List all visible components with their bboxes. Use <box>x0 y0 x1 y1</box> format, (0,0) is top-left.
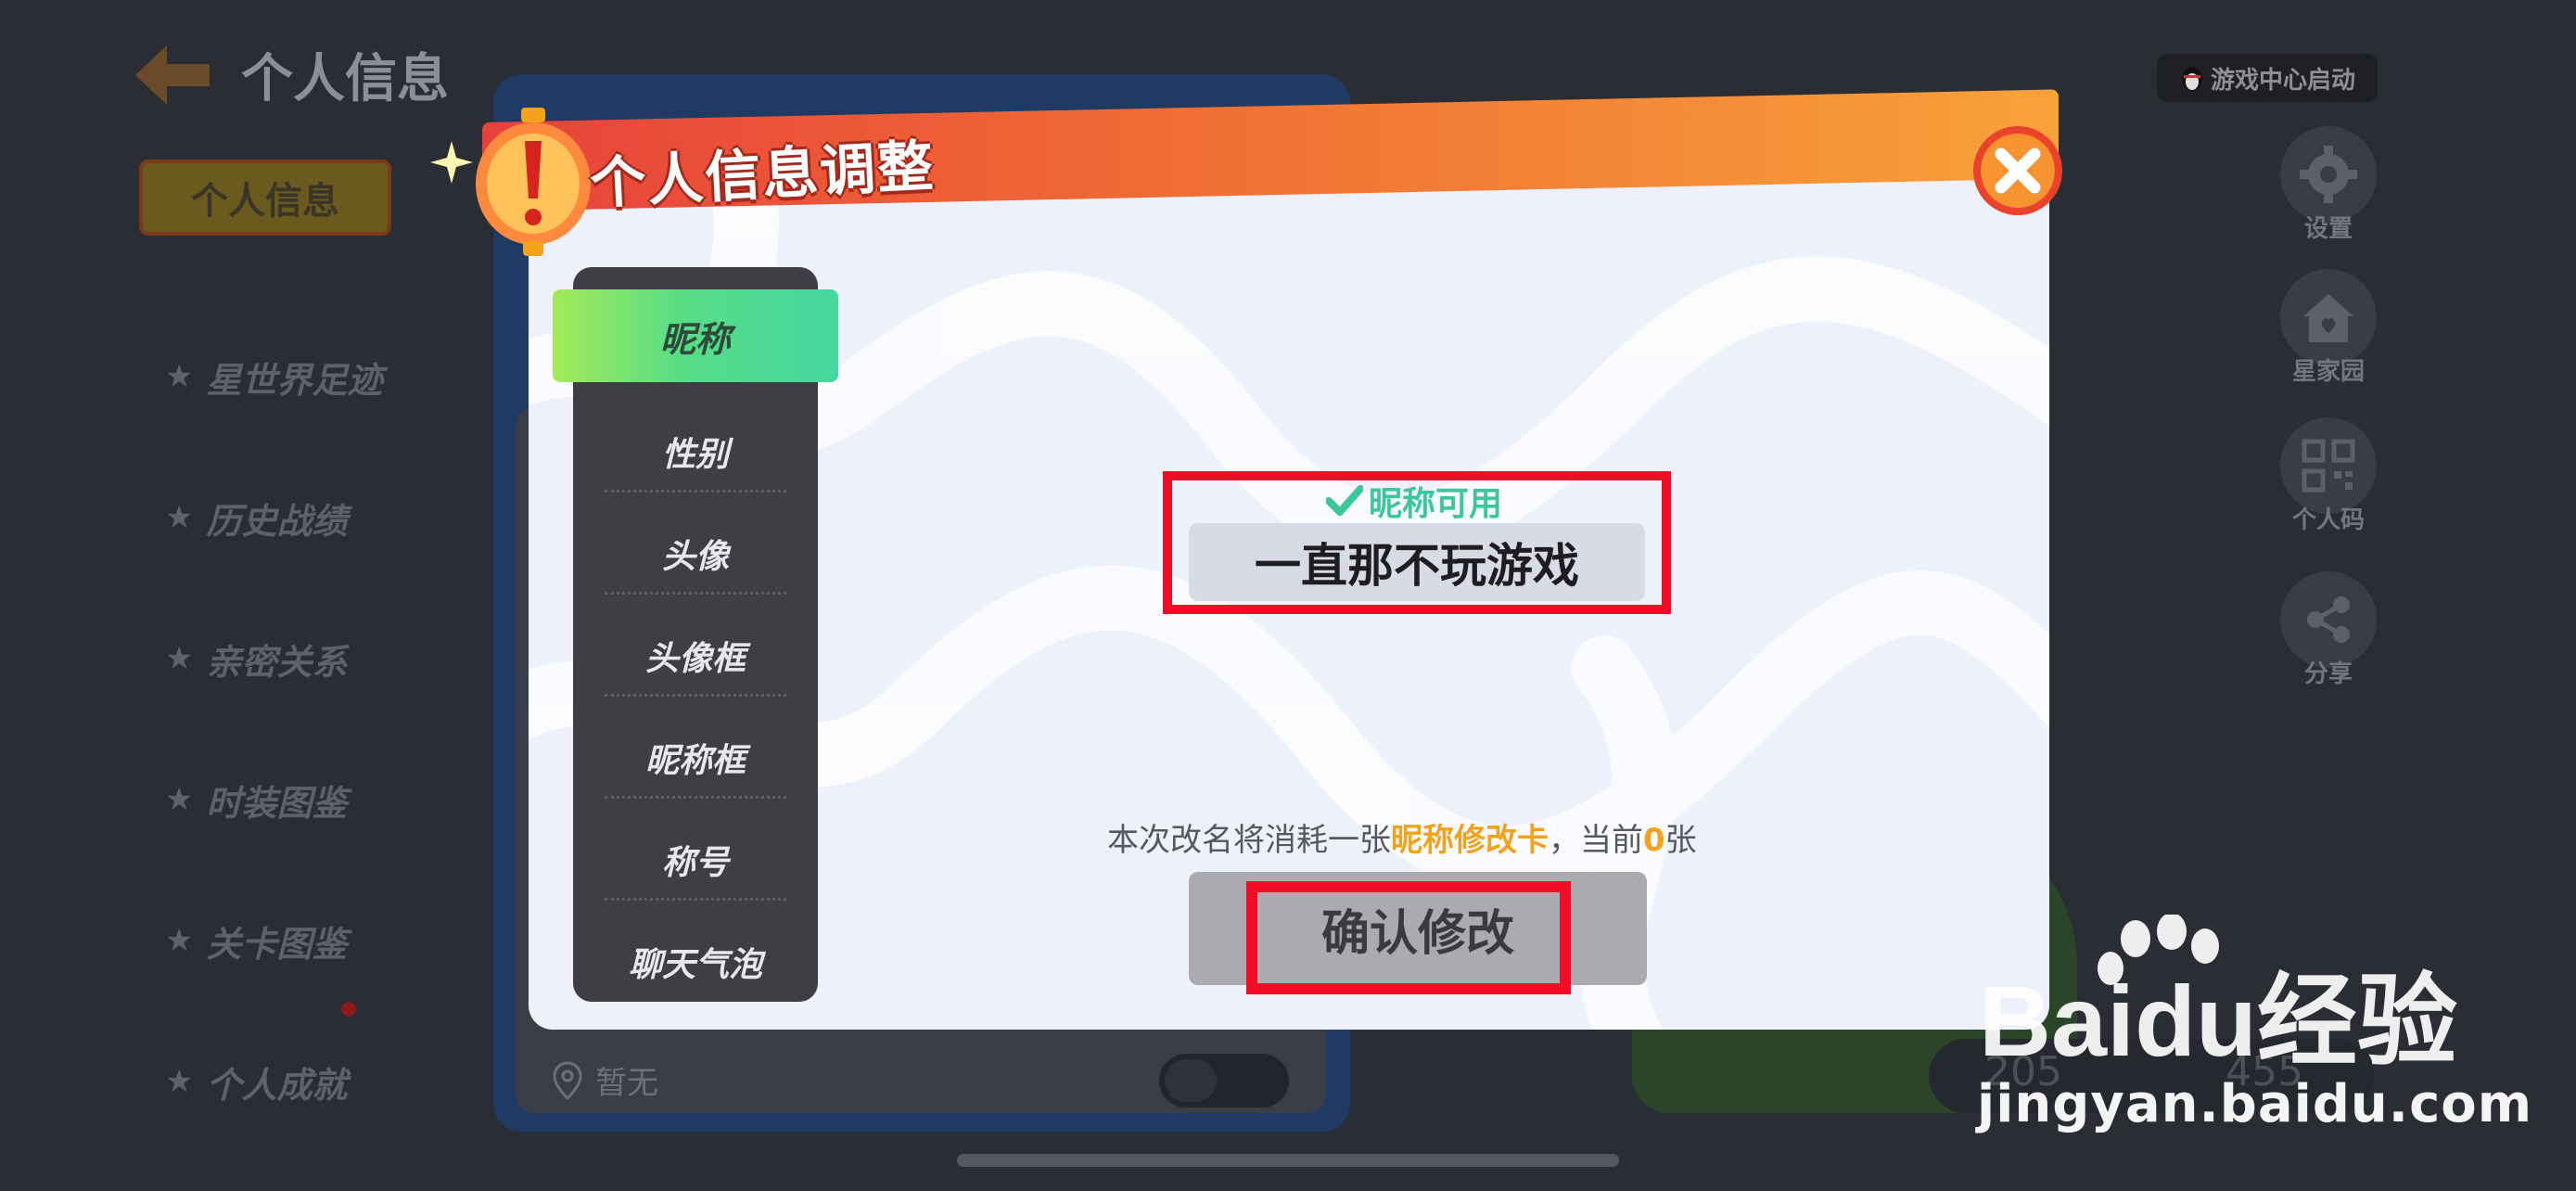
penguin-icon <box>2181 67 2202 91</box>
svg-text:Baidu经验: Baidu经验 <box>1979 965 2457 1077</box>
tab-nickname-frame[interactable]: 昵称框 <box>573 707 818 809</box>
home-icon <box>2303 294 2353 342</box>
tab-nickname[interactable]: 昵称 <box>553 289 838 382</box>
settings-button[interactable]: 设置 <box>2279 126 2378 244</box>
background-menu-item[interactable]: ★ 亲密关系 <box>165 588 480 729</box>
annotation-highlight-box <box>1163 471 1671 614</box>
star-icon: ★ <box>165 640 194 677</box>
background-menu-item[interactable]: ★ 时装图鉴 <box>165 729 480 870</box>
background-location: 暂无 <box>553 1057 658 1103</box>
qr-code-icon <box>2302 439 2355 493</box>
tab-gender[interactable]: 性别 <box>573 401 818 503</box>
background-page-title: 个人信息 <box>241 49 449 109</box>
star-icon: ★ <box>165 922 194 959</box>
personal-qr-button[interactable]: 个人码 <box>2279 417 2378 535</box>
background-location-toggle[interactable] <box>1159 1054 1289 1108</box>
share-button[interactable]: 分享 <box>2279 571 2378 689</box>
background-side-menu: ★ 星世界足迹 ★ 历史战绩 ★ 亲密关系 ★ 时装图鉴 ★ 关卡图鉴 ★ 个人成就 <box>165 306 480 1152</box>
tab-divider <box>605 898 786 901</box>
back-arrow-icon[interactable] <box>130 38 215 112</box>
tab-avatar[interactable]: 头像 <box>573 503 818 605</box>
tab-divider <box>605 694 786 697</box>
location-pin-icon <box>553 1060 582 1100</box>
tab-title[interactable]: 称号 <box>573 809 818 911</box>
star-icon: ★ <box>165 358 194 395</box>
tab-divider <box>605 796 786 799</box>
tab-chat-bubble[interactable]: 聊天气泡 <box>573 911 818 1013</box>
close-button[interactable] <box>1971 124 2064 217</box>
background-menu-item[interactable]: ★ 关卡图鉴 <box>165 870 480 1011</box>
rename-cost-notice: 本次改名将消耗一张昵称修改卡，当前0张 <box>1107 822 1697 859</box>
background-menu-item[interactable]: ★ 星世界足迹 <box>165 306 480 447</box>
toggle-knob <box>1165 1059 1217 1102</box>
tab-divider <box>605 490 786 493</box>
game-center-launch-button[interactable]: 游戏中心启动 <box>2157 54 2378 102</box>
home-indicator[interactable] <box>957 1154 1619 1167</box>
alert-lantern-icon <box>476 108 591 256</box>
gear-icon <box>2300 146 2357 203</box>
share-icon <box>2307 596 2350 643</box>
background-header: 个人信息 <box>130 37 449 112</box>
tab-divider <box>605 592 786 595</box>
annotation-highlight-box <box>1246 881 1571 994</box>
background-menu-item[interactable]: ★ 历史战绩 <box>165 447 480 588</box>
rename-card-name: 昵称修改卡 <box>1391 822 1549 859</box>
notification-dot <box>341 1002 356 1017</box>
background-tab-personal-info[interactable]: 个人信息 <box>139 160 391 236</box>
star-icon: ★ <box>165 781 194 818</box>
watermark-url: jingyan.baidu.com <box>1977 1074 2533 1134</box>
rename-card-count: 0 <box>1643 822 1665 859</box>
background-menu-item[interactable]: ★ 个人成就 <box>165 1011 480 1152</box>
star-icon: ★ <box>165 1063 194 1100</box>
tab-avatar-frame[interactable]: 头像框 <box>573 605 818 707</box>
star-home-button[interactable]: 星家园 <box>2279 269 2378 387</box>
star-icon: ★ <box>165 499 194 536</box>
